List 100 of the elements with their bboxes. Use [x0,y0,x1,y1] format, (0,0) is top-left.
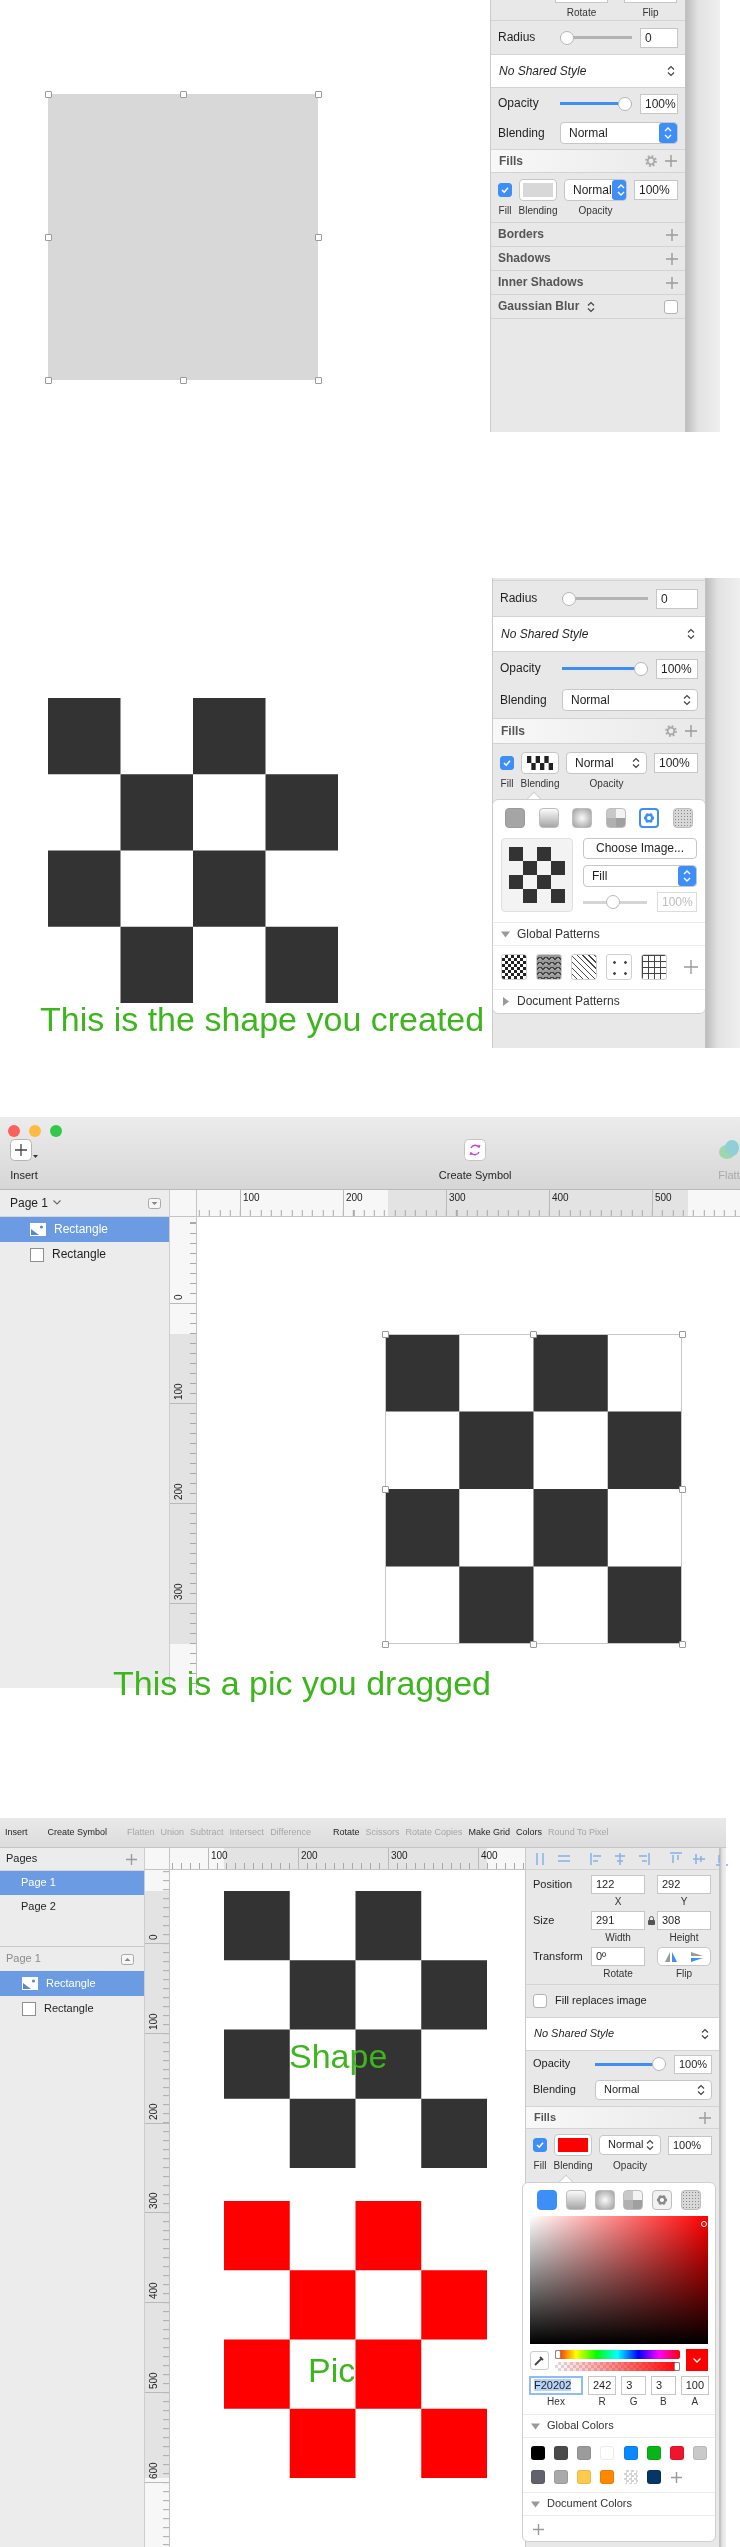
fill-type-tab[interactable] [623,2190,644,2210]
resize-handle[interactable] [678,1640,686,1648]
fill-type-tab[interactable] [639,808,660,828]
fill-type-tab[interactable] [681,2190,701,2210]
toolbar-button[interactable]: Insert [10,1138,38,1182]
value-field[interactable]: 100% [668,2135,712,2155]
value-field[interactable]: 100 [680,2376,709,2395]
checkbox[interactable] [498,183,512,197]
value-field[interactable]: 100% [656,658,698,679]
blending-dropdown[interactable]: Normal [560,122,678,144]
value-field[interactable]: 100% [654,753,698,773]
color-swatch[interactable] [531,2446,545,2460]
page-item[interactable]: Page 2 [0,1895,144,1919]
value-field[interactable]: 100% [674,2054,712,2074]
color-swatch[interactable] [600,2470,615,2484]
resize-handle[interactable] [314,90,322,98]
fill-type-tab[interactable] [672,808,693,828]
slider-thumb[interactable] [562,591,576,606]
checkbox[interactable] [500,756,514,770]
fill-type-tab[interactable] [572,808,593,828]
toolbar-button[interactable]: Rotate [333,1827,360,1838]
disclosure-triangle-icon[interactable] [531,2421,540,2431]
value-field[interactable]: 3 [651,2376,676,2395]
color-swatch[interactable] [577,2446,592,2460]
flip-vertical-icon[interactable] [691,1951,703,1962]
fill-type-tab[interactable] [538,808,559,828]
fill-type-tab[interactable] [565,2190,586,2210]
plus-icon[interactable] [671,2471,683,2483]
fill-type-tab[interactable] [505,808,525,828]
shared-style-dropdown[interactable]: No Shared Style [493,616,705,652]
collapse-icon[interactable] [121,1953,134,1965]
slider-thumb[interactable] [555,2349,561,2359]
collapse-icon[interactable] [148,1197,161,1209]
align-top-icon[interactable] [669,1851,683,1866]
color-swatch[interactable] [623,2446,638,2460]
align-left-icon[interactable] [590,1851,604,1866]
resize-handle[interactable] [381,1640,389,1648]
plus-icon[interactable] [126,1853,137,1865]
opacity-slider[interactable] [555,2361,680,2371]
hex-field[interactable]: F20202 [529,2376,583,2395]
fill-type-tab[interactable] [537,2190,557,2210]
value-field[interactable]: 308 [657,1911,711,1930]
color-swatch[interactable] [646,2470,661,2484]
plus-icon[interactable] [666,252,678,265]
blending-dropdown[interactable]: Normal [562,689,698,711]
disclosure-triangle-icon[interactable] [531,2499,540,2509]
value-field[interactable]: 291 [591,1911,645,1930]
blending-dropdown[interactable]: Normal [599,2135,661,2155]
close-button[interactable] [8,1125,20,1137]
gear-icon[interactable] [665,725,677,737]
disclosure-triangle-icon[interactable] [501,929,510,939]
minimize-button[interactable] [29,1125,41,1137]
resize-handle[interactable] [179,376,187,384]
value-field[interactable]: 3 [621,2376,646,2395]
color-swatch[interactable] [577,2470,592,2484]
value-field[interactable]: 100% [640,93,678,114]
color-swatch[interactable] [554,2446,569,2460]
color-field[interactable] [530,2216,708,2344]
pattern-swatch[interactable] [501,954,527,980]
slider-thumb[interactable] [618,96,632,111]
resize-handle[interactable] [530,1330,537,1338]
gear-icon[interactable] [645,155,657,167]
color-swatch[interactable] [554,2470,569,2484]
shared-style-dropdown[interactable]: No Shared Style [491,54,685,88]
fill-type-tab[interactable] [594,2190,615,2210]
toolbar-button[interactable]: Create Symbol [438,1138,512,1182]
resize-handle[interactable] [314,233,322,241]
checkbox[interactable] [533,2138,547,2152]
eyedropper-button[interactable] [530,2350,549,2370]
disclosure-triangle-icon[interactable] [501,996,510,1006]
plus-icon[interactable] [666,228,678,241]
resize-handle[interactable] [44,90,52,98]
resize-handle[interactable] [381,1330,389,1338]
resize-handle[interactable] [678,1485,686,1493]
toolbar-button[interactable]: Create Symbol [47,1827,108,1838]
plus-icon[interactable] [665,155,677,167]
layer-item[interactable]: Rectangle [0,1996,144,2021]
pattern-swatch[interactable] [571,954,597,980]
color-swatch[interactable] [646,2446,661,2460]
lock-icon[interactable] [647,1916,655,1925]
fill-swatch[interactable] [521,752,559,774]
fill-mode-dropdown[interactable]: Fill [583,865,697,887]
color-swatch[interactable] [693,2446,707,2460]
sync-icon[interactable] [464,1138,487,1161]
blending-dropdown[interactable]: Normal [564,179,627,201]
resize-handle[interactable] [530,1640,537,1648]
shared-style-dropdown[interactable]: No Shared Style [526,2017,719,2051]
resize-handle[interactable] [678,1330,686,1338]
value-field[interactable]: 292 [657,1875,711,1894]
resize-handle[interactable] [314,376,322,384]
slider-thumb[interactable] [674,2361,680,2371]
value-field[interactable]: 0 [656,588,698,609]
value-field[interactable]: 242 [588,2376,617,2395]
toolbar-button[interactable]: Colors [516,1827,543,1838]
layer-item[interactable]: Rectangle [0,1242,169,1267]
pattern-swatch[interactable] [536,954,562,980]
pattern-swatch[interactable] [641,954,667,980]
value-field[interactable]: 0 [640,27,678,48]
resize-handle[interactable] [179,90,187,98]
plus-icon[interactable] [533,2524,544,2535]
